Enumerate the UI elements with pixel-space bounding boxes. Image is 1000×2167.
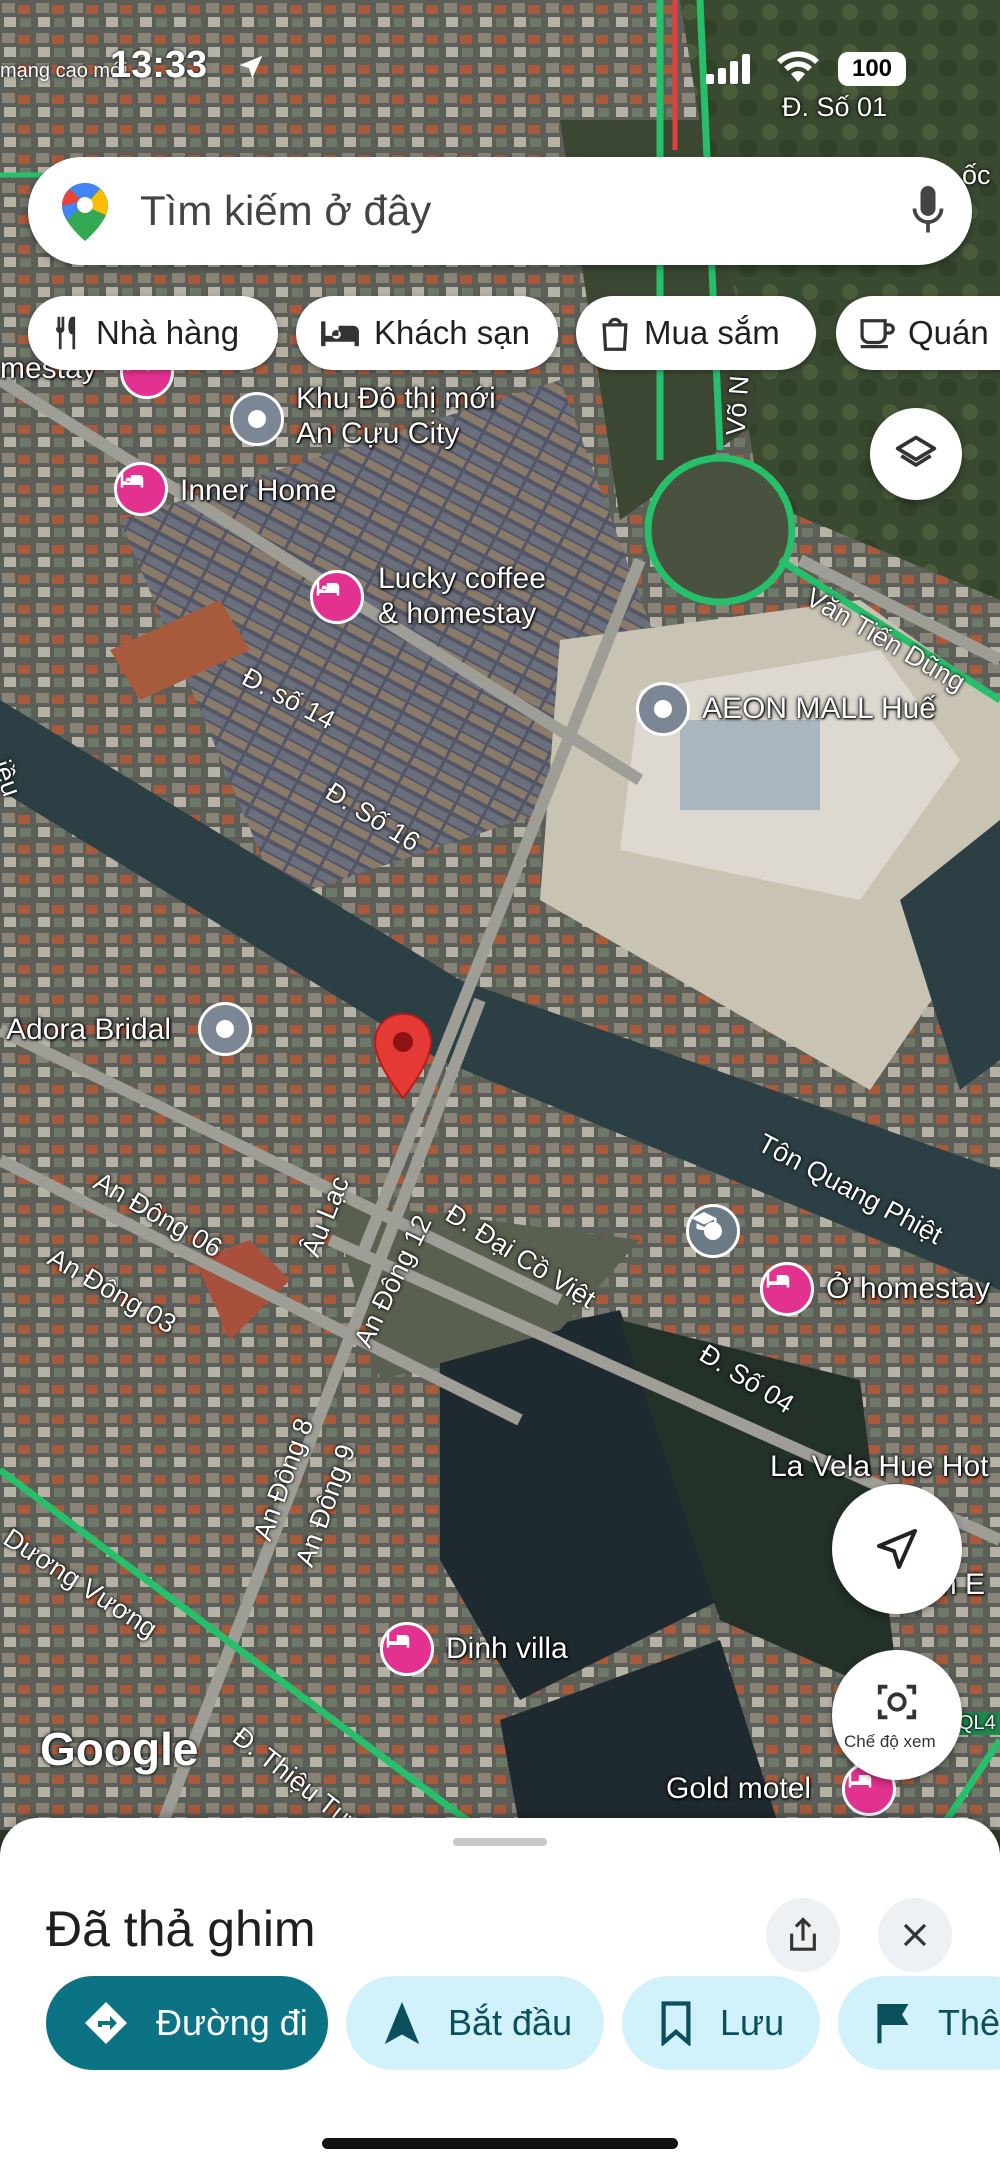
layers-button[interactable] — [870, 408, 962, 500]
coffee-cup-icon — [858, 316, 896, 350]
sheet-title: Đã thả ghim — [46, 1901, 316, 1957]
close-button[interactable] — [878, 1898, 952, 1972]
place-label: Gold motel — [666, 1772, 812, 1805]
share-button[interactable] — [766, 1898, 840, 1972]
aeon-mall-pin-icon[interactable] — [636, 682, 690, 736]
save-label: Lưu — [720, 2002, 785, 2043]
hotel-pin-icon[interactable] — [310, 570, 364, 624]
directions-label: Đường đi — [156, 2002, 308, 2043]
chip-restaurants[interactable]: Nhà hàng — [28, 296, 278, 370]
my-location-button[interactable] — [832, 1484, 962, 1614]
start-label: Bắt đầu — [448, 2002, 573, 2043]
close-icon — [903, 1923, 927, 1947]
street-view-label: Chế độ xem — [844, 1732, 936, 1751]
location-arrow-icon — [239, 55, 263, 79]
navigation-arrow-icon — [382, 2000, 422, 2046]
battery-indicator: 100 — [838, 52, 906, 86]
place-bottom-sheet[interactable]: Đã thả ghim Đường đi Bắt đầu Lưu Thê — [0, 1818, 1000, 2167]
directions-icon — [82, 1999, 130, 2047]
home-indicator — [322, 2138, 678, 2149]
wifi-icon — [777, 51, 819, 82]
chip-label: Nhà hàng — [96, 314, 240, 351]
search-input[interactable]: Tìm kiếm ở đây — [140, 187, 431, 235]
chip-shopping[interactable]: Mua sắm — [576, 296, 816, 370]
add-label-button[interactable]: Thê — [838, 1976, 1000, 2070]
place-label: Khu Đô thị mới An Cựu City — [296, 382, 496, 450]
google-maps-logo-icon — [62, 183, 108, 241]
bookmark-icon — [658, 2000, 694, 2046]
cellular-signal-icon — [706, 54, 750, 84]
place-label: Adora Bridal — [6, 1013, 172, 1046]
place-label: Ở homestay — [826, 1272, 991, 1305]
urban-area-pin-icon[interactable] — [230, 392, 284, 446]
search-bar[interactable]: Tìm kiếm ở đây — [28, 157, 972, 265]
flag-icon — [874, 2001, 912, 2045]
chip-label: Mua sắm — [644, 314, 780, 351]
chip-label: Quán — [908, 314, 989, 351]
place-label: AEON MALL Huế — [702, 692, 936, 725]
camera-scan-icon — [877, 1684, 917, 1720]
chip-label: Khách sạn — [374, 314, 530, 351]
start-button[interactable]: Bắt đầu — [346, 1976, 604, 2070]
dropped-pin-icon[interactable] — [372, 1012, 434, 1102]
chip-hotels[interactable]: Khách sạn — [296, 296, 558, 370]
street-view-button[interactable]: Chế độ xem — [832, 1650, 962, 1780]
place-label: Dinh villa — [446, 1632, 568, 1665]
adora-bridal-pin-icon[interactable] — [198, 1002, 252, 1056]
navigation-arrow-icon — [877, 1529, 917, 1569]
shopping-bag-icon — [598, 314, 632, 352]
hotel-pin-icon[interactable] — [380, 1622, 434, 1676]
layers-icon — [895, 435, 937, 467]
road-label: Võ N — [720, 374, 755, 437]
carrier-label: mạng cao mới — [0, 60, 128, 82]
status-bar: mạng cao mới 13:33 100 — [0, 0, 1000, 140]
save-button[interactable]: Lưu — [622, 1976, 820, 2070]
share-icon — [790, 1917, 816, 1951]
status-time: 13:33 — [110, 44, 208, 86]
sheet-drag-handle[interactable] — [453, 1838, 547, 1846]
bed-icon — [318, 317, 362, 349]
directions-button[interactable]: Đường đi — [46, 1976, 328, 2070]
hotel-pin-icon[interactable] — [114, 462, 168, 516]
add-label-label: Thê — [938, 2002, 1000, 2043]
place-label: Inner Home — [180, 474, 337, 507]
google-logo: Google — [40, 1723, 199, 1775]
fork-knife-icon — [50, 314, 84, 352]
chip-cafes[interactable]: Quán — [836, 296, 1000, 370]
place-label: Lucky coffee & homestay — [378, 562, 546, 630]
microphone-icon[interactable] — [910, 183, 946, 237]
place-label: La Vela Hue Hot — [770, 1450, 989, 1483]
hotel-pin-icon[interactable] — [760, 1262, 814, 1316]
school-pin-icon[interactable] — [686, 1204, 740, 1258]
